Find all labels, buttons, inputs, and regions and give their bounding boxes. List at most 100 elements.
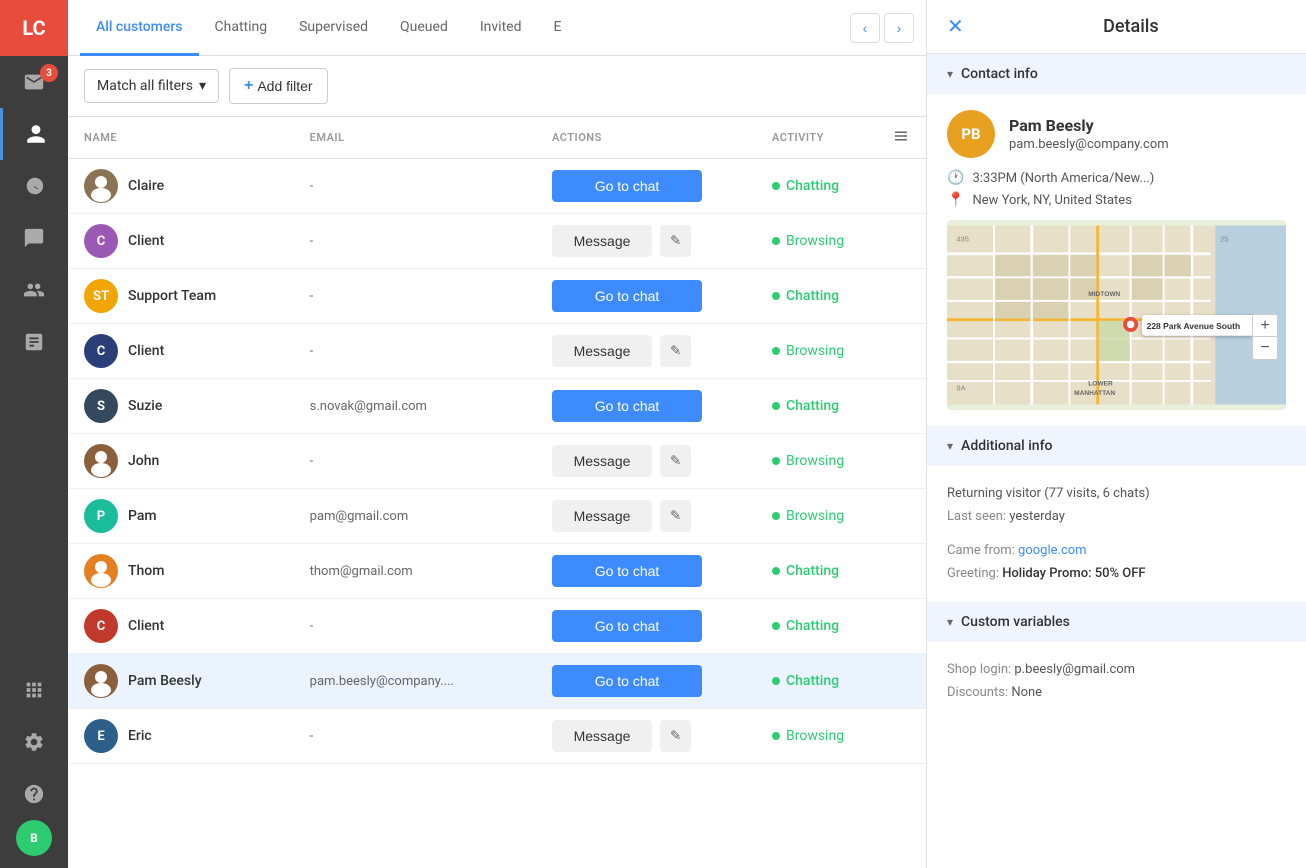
message-button[interactable]: Message	[552, 500, 652, 532]
tab-e[interactable]: E	[537, 0, 577, 56]
avatar: E	[84, 719, 118, 753]
edit-button[interactable]: ✎	[660, 500, 691, 532]
customers-table-container: NAME EMAIL ACTIONS ACTIVITY Claire	[68, 117, 926, 868]
action-cell: Message ✎	[552, 720, 740, 752]
sidebar-item-history[interactable]	[0, 160, 68, 212]
table-row[interactable]: ST Support Team - Go to chat Chatting	[68, 269, 926, 324]
sidebar-item-settings[interactable]	[0, 716, 68, 768]
table-row[interactable]: C Client - Go to chat Chatting	[68, 599, 926, 654]
avatar: C	[84, 609, 118, 643]
go-to-chat-button[interactable]: Go to chat	[552, 555, 702, 587]
custom-variables-section: Shop login: p.beesly@gmail.com Discounts…	[927, 642, 1306, 721]
svg-text:495: 495	[956, 235, 969, 244]
additional-info-section: Returning visitor (77 visits, 6 chats) L…	[927, 466, 1306, 602]
tab-chatting[interactable]: Chatting	[199, 0, 284, 56]
customer-name: Claire	[128, 178, 164, 194]
user-avatar-bottom[interactable]: B	[16, 820, 52, 856]
sidebar-item-team[interactable]	[0, 264, 68, 316]
custom-variables-section-header[interactable]: ▾ Custom variables	[927, 602, 1306, 642]
table-row[interactable]: Thom thom@gmail.com Go to chat Chatting	[68, 544, 926, 599]
add-filter-button[interactable]: + Add filter	[229, 68, 328, 104]
status-dot	[772, 237, 780, 245]
clock-icon: 🕐	[947, 170, 964, 186]
activity-cell: Chatting	[772, 618, 860, 634]
status-dot	[772, 677, 780, 685]
message-button[interactable]: Message	[552, 225, 652, 257]
tab-next-button[interactable]: ›	[884, 13, 914, 43]
activity-label: Chatting	[786, 398, 839, 414]
table-row[interactable]: John - Message ✎ Browsing	[68, 434, 926, 489]
edit-button[interactable]: ✎	[660, 335, 691, 367]
tab-supervised[interactable]: Supervised	[283, 0, 384, 56]
activity-label: Browsing	[786, 508, 844, 524]
additional-info-section-header[interactable]: ▾ Additional info	[927, 426, 1306, 466]
activity-cell: Chatting	[772, 398, 860, 414]
shop-login-row: Shop login: p.beesly@gmail.com	[947, 658, 1286, 681]
sidebar-item-customers[interactable]	[0, 108, 68, 160]
table-row[interactable]: E Eric - Message ✎ Browsing	[68, 709, 926, 764]
table-row[interactable]: Pam Beesly pam.beesly@company.... Go to …	[68, 654, 926, 709]
table-row[interactable]: P Pam pam@gmail.com Message ✎ Browsing	[68, 489, 926, 544]
status-dot	[772, 512, 780, 520]
col-settings[interactable]	[876, 117, 926, 159]
activity-cell: Browsing	[772, 343, 860, 359]
map-zoom-out-button[interactable]: −	[1253, 337, 1277, 359]
svg-text:9A: 9A	[956, 383, 965, 392]
table-row[interactable]: Claire - Go to chat Chatting	[68, 159, 926, 214]
contact-time-row: 🕐 3:33PM (North America/New...)	[947, 170, 1286, 186]
avatar: ST	[84, 279, 118, 313]
action-cell: Go to chat	[552, 555, 740, 587]
col-name: NAME	[68, 117, 294, 159]
table-row[interactable]: C Client - Message ✎ Browsing	[68, 214, 926, 269]
sidebar-item-analytics[interactable]	[0, 316, 68, 368]
sidebar-item-help[interactable]	[0, 768, 68, 820]
visits-text: Returning visitor (77 visits, 6 chats)	[947, 482, 1286, 505]
activity-cell: Browsing	[772, 233, 860, 249]
activity-label: Browsing	[786, 453, 844, 469]
col-actions: ACTIONS	[536, 117, 756, 159]
customer-name: Eric	[128, 728, 152, 744]
message-button[interactable]: Message	[552, 720, 652, 752]
edit-button[interactable]: ✎	[660, 445, 691, 477]
go-to-chat-button[interactable]: Go to chat	[552, 610, 702, 642]
tab-prev-button[interactable]: ‹	[850, 13, 880, 43]
go-to-chat-button[interactable]: Go to chat	[552, 665, 702, 697]
action-cell: Go to chat	[552, 390, 740, 422]
contact-location-row: 📍 New York, NY, United States	[947, 192, 1286, 208]
sidebar-item-notifications[interactable]: 3	[0, 56, 68, 108]
edit-button[interactable]: ✎	[660, 720, 691, 752]
go-to-chat-button[interactable]: Go to chat	[552, 390, 702, 422]
table-row[interactable]: C Client - Message ✎ Browsing	[68, 324, 926, 379]
table-row[interactable]: S Suzie s.novak@gmail.com Go to chat Cha…	[68, 379, 926, 434]
sidebar-item-apps[interactable]	[0, 664, 68, 716]
tab-all-customers[interactable]: All customers	[80, 0, 199, 56]
tab-invited[interactable]: Invited	[464, 0, 538, 56]
avatar	[84, 169, 118, 203]
chevron-down-icon-3: ▾	[947, 615, 953, 629]
go-to-chat-button[interactable]: Go to chat	[552, 280, 702, 312]
message-button[interactable]: Message	[552, 445, 652, 477]
customer-email: -	[294, 599, 536, 654]
chevron-down-icon: ▾	[947, 67, 953, 81]
col-email: EMAIL	[294, 117, 536, 159]
customer-email: -	[294, 434, 536, 489]
go-to-chat-button[interactable]: Go to chat	[552, 170, 702, 202]
match-filter-dropdown[interactable]: Match all filters ▾	[84, 69, 219, 103]
activity-cell: Browsing	[772, 728, 860, 744]
message-button[interactable]: Message	[552, 335, 652, 367]
came-from-link[interactable]: google.com	[1018, 543, 1087, 558]
map-zoom-in-button[interactable]: +	[1253, 315, 1277, 337]
customer-name: John	[128, 453, 159, 469]
sidebar-item-chats[interactable]	[0, 212, 68, 264]
plus-icon: +	[244, 77, 253, 95]
tab-queued[interactable]: Queued	[384, 0, 464, 56]
contact-info-section-header[interactable]: ▾ Contact info	[927, 54, 1306, 94]
logo[interactable]: LC	[0, 0, 68, 56]
avatar: C	[84, 224, 118, 258]
close-details-button[interactable]: ✕	[947, 17, 964, 37]
customer-email: thom@gmail.com	[294, 544, 536, 599]
edit-button[interactable]: ✎	[660, 225, 691, 257]
greeting-row: Greeting: Holiday Promo: 50% OFF	[947, 562, 1286, 585]
status-dot	[772, 457, 780, 465]
customer-email: pam.beesly@company....	[294, 654, 536, 709]
